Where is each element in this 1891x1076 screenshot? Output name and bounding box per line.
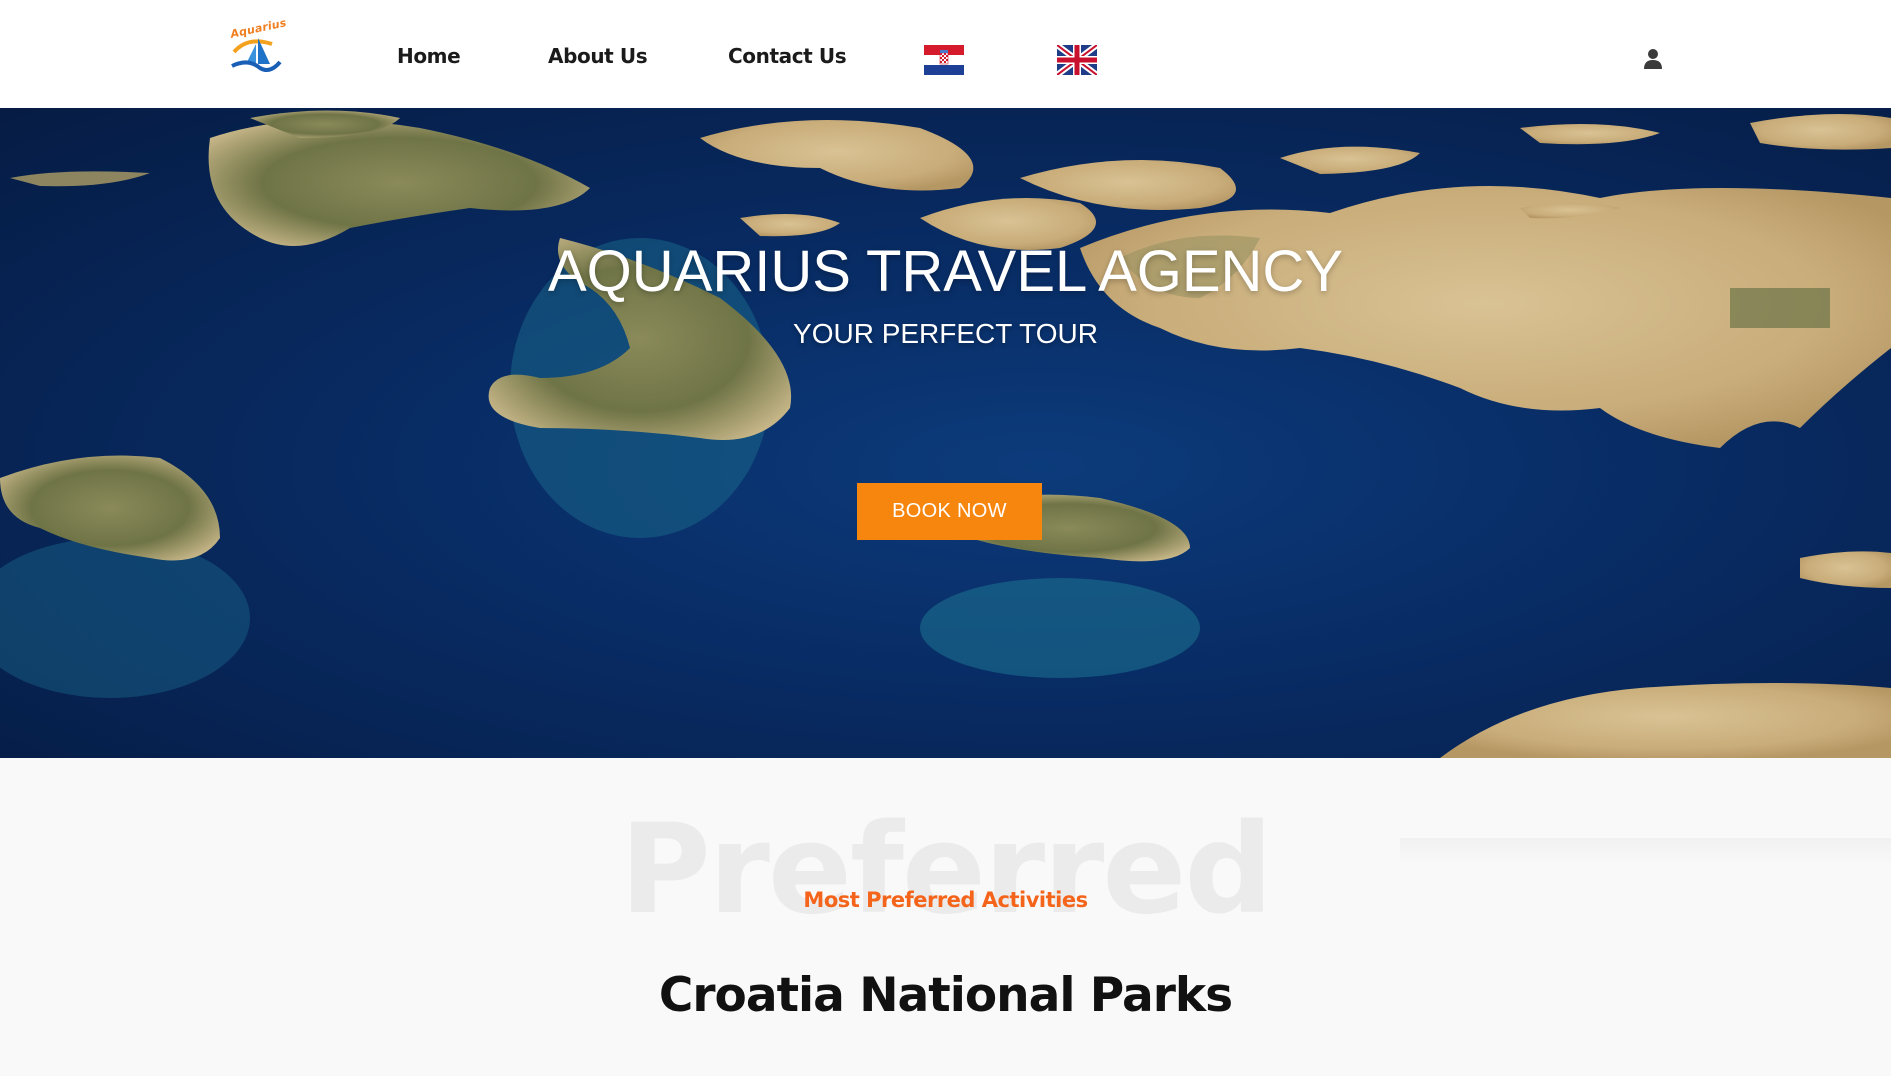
top-navbar: Aquarius Home About Us Contact Us bbox=[0, 0, 1891, 108]
aquarius-logo[interactable]: Aquarius bbox=[228, 16, 288, 74]
user-account-icon[interactable] bbox=[1643, 48, 1663, 70]
croatian-flag-icon[interactable] bbox=[924, 45, 964, 75]
nav-link-contact-us[interactable]: Contact Us bbox=[728, 44, 847, 68]
nav-link-about-us[interactable]: About Us bbox=[548, 44, 648, 68]
island-aerial-image bbox=[0, 110, 1891, 758]
book-now-button[interactable]: BOOK NOW bbox=[857, 483, 1042, 540]
hero-subtitle: YOUR PERFECT TOUR bbox=[793, 318, 1098, 349]
section-title: Croatia National Parks bbox=[658, 968, 1233, 1023]
uk-flag-icon[interactable] bbox=[1057, 45, 1097, 75]
preferred-activities-section: Preferred Most Preferred Activities Croa… bbox=[0, 758, 1891, 1076]
hero-banner: AQUARIUS TRAVEL AGENCY YOUR PERFECT TOUR… bbox=[0, 108, 1891, 758]
section-eyebrow: Most Preferred Activities bbox=[803, 888, 1088, 912]
section-watermark: Preferred bbox=[619, 798, 1273, 942]
nav-link-home[interactable]: Home bbox=[397, 44, 461, 68]
hero-title: AQUARIUS TRAVEL AGENCY bbox=[547, 239, 1344, 304]
